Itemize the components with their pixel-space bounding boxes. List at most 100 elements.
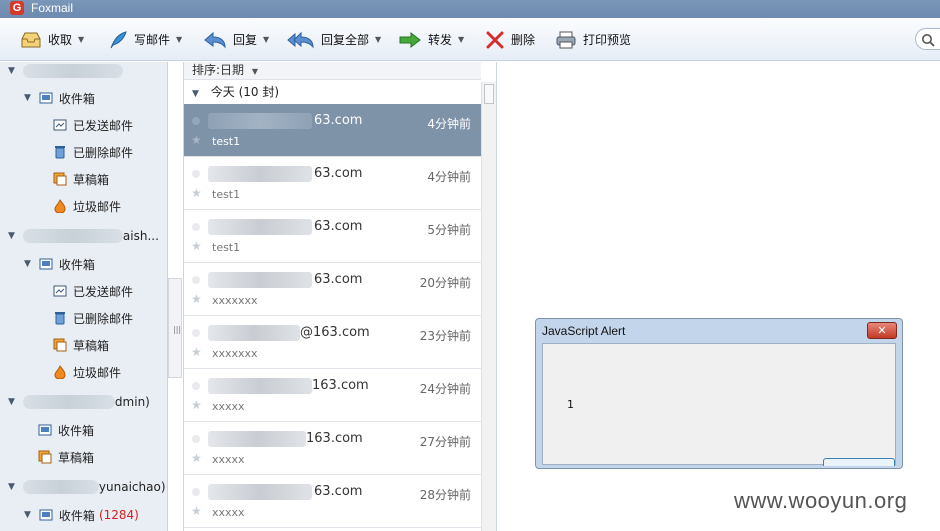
sidebar-item-inbox[interactable]: ▼ 收件箱 (24, 85, 95, 111)
sidebar-item-drafts[interactable]: 草稿箱 (38, 444, 94, 470)
sidebar-item-sent[interactable]: 已发送邮件 (53, 112, 133, 138)
close-button[interactable]: ✕ (867, 322, 897, 339)
mail-subject: test1 (212, 188, 241, 201)
sidebar-item-inbox[interactable]: ▼ 收件箱 (24, 251, 95, 277)
sidebar-item-label: 已删除邮件 (73, 145, 134, 160)
scrollbar-thumb[interactable] (484, 84, 494, 104)
collapse-triangle-icon[interactable]: ▼ (8, 231, 15, 241)
account-header[interactable]: ▼ yunaichao) (8, 474, 166, 500)
account-header[interactable]: ▼ (8, 62, 123, 84)
star-icon[interactable]: ★ (191, 398, 202, 412)
trash-can-icon (55, 312, 65, 325)
reply-button[interactable]: 回复 ▼ (203, 18, 269, 61)
mail-time: 4分钟前 (427, 117, 471, 131)
list-item[interactable]: 63.com 5分钟前 ★ test1 (184, 210, 481, 263)
chevron-down-icon[interactable]: ▼ (78, 35, 84, 44)
date-group-header[interactable]: ▼ 今天 (10 封) (184, 82, 481, 102)
account-name-blurred (22, 395, 115, 409)
sidebar-item-deleted[interactable]: 已删除邮件 (53, 305, 133, 331)
sender-address: 63.com (314, 219, 363, 234)
sidebar-item-label: 草稿箱 (58, 450, 95, 465)
junk-flame-icon (54, 365, 66, 379)
collapse-triangle-icon[interactable]: ▼ (24, 510, 31, 520)
mail-list-scrollbar[interactable] (481, 82, 496, 531)
read-status-dot-icon (192, 276, 200, 284)
sidebar-item-label: 收件箱 (58, 91, 95, 106)
search-input[interactable] (915, 28, 940, 50)
sender-address: 63.com (314, 484, 363, 499)
star-icon[interactable]: ★ (191, 345, 202, 359)
chevron-down-icon[interactable]: ▼ (176, 35, 182, 44)
sender-blurred (208, 272, 312, 288)
star-icon[interactable]: ★ (191, 451, 202, 465)
mail-list-pane: 排序:日期 ▼ ▼ 今天 (10 封) 63.com 4分钟前 ★ test1 … (183, 62, 497, 531)
compose-button[interactable]: 写邮件 ▼ (108, 18, 182, 61)
sender-address: 63.com (314, 272, 363, 287)
read-status-dot-icon (192, 117, 200, 125)
receive-button[interactable]: 收取 ▼ (20, 18, 84, 61)
forward-label: 转发 (428, 33, 453, 47)
read-status-dot-icon (192, 488, 200, 496)
unread-count-badge: (1284) (98, 508, 139, 522)
forward-arrow-icon (399, 31, 421, 48)
collapse-triangle-icon[interactable]: ▼ (24, 93, 31, 103)
collapse-triangle-icon[interactable]: ▼ (24, 259, 31, 269)
chevron-down-icon[interactable]: ▼ (375, 35, 381, 44)
reply-all-button[interactable]: 回复全部 ▼ (287, 18, 381, 61)
forward-button[interactable]: 转发 ▼ (398, 18, 464, 61)
dialog-body: 1 (542, 343, 896, 466)
list-item[interactable]: 163.com 24分钟前 ★ xxxxx (184, 369, 481, 422)
reply-all-arrow-icon (287, 31, 314, 49)
list-item[interactable]: 63.com 4分钟前 ★ test1 (184, 104, 481, 157)
list-item[interactable]: @163.com 23分钟前 ★ xxxxxxx (184, 316, 481, 369)
star-icon[interactable]: ★ (191, 239, 202, 253)
collapse-triangle-icon[interactable]: ▼ (8, 397, 15, 407)
ok-button[interactable] (823, 458, 895, 466)
star-icon[interactable]: ★ (191, 504, 202, 518)
app-title: Foxmail (31, 1, 74, 15)
sidebar-item-junk[interactable]: 垃圾邮件 (53, 359, 121, 385)
account-header[interactable]: ▼ aish... (8, 223, 159, 249)
list-item[interactable]: 63.com 20分钟前 ★ xxxxxxx (184, 263, 481, 316)
account-header[interactable]: ▼ dmin) (8, 389, 150, 415)
sender-blurred (208, 325, 300, 341)
print-preview-label: 打印预览 (583, 33, 632, 47)
mail-subject: xxxxx (212, 400, 245, 413)
compose-label: 写邮件 (134, 33, 171, 47)
list-item[interactable]: 63.com 4分钟前 ★ test1 (184, 157, 481, 210)
sender-blurred (208, 219, 312, 235)
sidebar-item-label: 草稿箱 (73, 338, 110, 353)
receive-label: 收取 (48, 33, 73, 47)
sender-address: @163.com (300, 325, 370, 340)
collapse-triangle-icon[interactable]: ▼ (192, 89, 199, 99)
sidebar-item-drafts[interactable]: 草稿箱 (53, 166, 109, 192)
sidebar-item-deleted[interactable]: 已删除邮件 (53, 139, 133, 165)
feather-pen-icon (110, 30, 127, 48)
reply-arrow-icon (204, 31, 226, 49)
chevron-down-icon[interactable]: ▼ (458, 35, 464, 44)
star-icon[interactable]: ★ (191, 133, 202, 147)
sort-dropdown[interactable]: 排序:日期 ▼ (184, 62, 481, 80)
chevron-down-icon: ▼ (251, 67, 259, 76)
sidebar-item-sent[interactable]: 已发送邮件 (53, 278, 133, 304)
inbox-icon (39, 258, 53, 270)
sidebar-item-label: 已发送邮件 (73, 118, 134, 133)
star-icon[interactable]: ★ (191, 292, 202, 306)
watermark: www.wooyun.org (734, 488, 908, 513)
sidebar-item-inbox[interactable]: 收件箱 (38, 417, 94, 443)
delete-x-icon (486, 31, 504, 48)
sidebar-item-inbox[interactable]: ▼ 收件箱 (1284) (24, 502, 139, 528)
delete-button[interactable]: 删除 (485, 18, 535, 61)
list-item[interactable]: 163.com 27分钟前 ★ xxxxx (184, 422, 481, 475)
title-bar: G Foxmail (0, 0, 940, 18)
list-item[interactable]: 63.com 28分钟前 ★ xxxxx (184, 475, 481, 528)
sidebar-item-junk[interactable]: 垃圾邮件 (53, 193, 121, 219)
collapse-triangle-icon[interactable]: ▼ (8, 482, 15, 492)
collapse-triangle-icon[interactable]: ▼ (8, 66, 15, 76)
sidebar-item-drafts[interactable]: 草稿箱 (53, 332, 109, 358)
star-icon[interactable]: ★ (191, 186, 202, 200)
sidebar-splitter-handle[interactable]: ||| (168, 278, 182, 378)
print-preview-button[interactable]: 打印预览 (555, 18, 631, 61)
chevron-down-icon[interactable]: ▼ (263, 35, 269, 44)
reply-label: 回复 (233, 33, 258, 47)
